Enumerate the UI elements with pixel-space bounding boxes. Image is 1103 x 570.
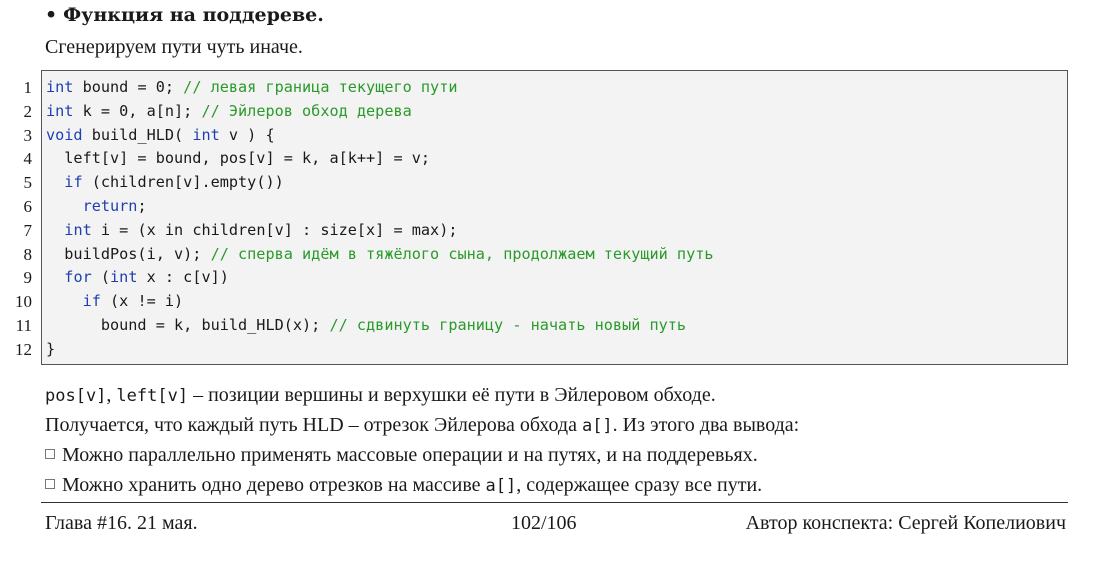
square-bullet-icon (45, 479, 55, 490)
code-line: int i = (x in children[v] : size[x] = ma… (46, 219, 714, 243)
code-left: left[v] (116, 386, 189, 406)
line-number: 3 (23, 125, 33, 145)
bullet-item-1: Можно параллельно применять массовые опе… (45, 444, 758, 467)
intro-text: Сгенерируем пути чуть иначе. (45, 36, 303, 58)
footer-page-number: 102/106 (511, 512, 577, 534)
code-line: left[v] = bound, pos[v] = k, a[k++] = v; (46, 147, 714, 171)
code-line: buildPos(i, v); // сперва идём в тяжёлог… (46, 243, 714, 267)
code-keyword: return (82, 196, 138, 215)
code-line: for (int x : c[v]) (46, 266, 714, 290)
code-keyword: void (46, 125, 83, 144)
para2-before: Получается, что каждый путь HLD – отрезо… (45, 414, 582, 436)
code-token: (children[v].empty()) (82, 173, 284, 192)
code-line: int k = 0, a[n]; // Эйлеров обход дерева (46, 100, 714, 124)
code-keyword: if (64, 173, 83, 192)
line-number: 2 (23, 101, 33, 121)
code-comment: // Эйлеров обход дерева (201, 101, 412, 120)
code-line: void build_HLD( int v ) { (46, 124, 714, 148)
footer-divider (41, 502, 1068, 503)
square-bullet-icon (45, 449, 55, 460)
line-number: 9 (23, 268, 33, 288)
code-keyword: for (64, 268, 92, 287)
code-token: v ) { (219, 125, 275, 144)
code-comment: // левая граница текущего пути (183, 78, 458, 96)
code-array: a[] (581, 416, 613, 436)
bullet2-code: a[] (485, 476, 517, 496)
para1-rest: – позиции вершины и верхушки её пути в Э… (188, 384, 716, 406)
paragraph-hld: Получается, что каждый путь HLD – отрезо… (45, 414, 799, 437)
code-keyword: int (192, 125, 220, 144)
code-token: (x != i) (100, 292, 184, 311)
bullet2-after: , содержащее сразу все пути. (516, 474, 763, 496)
code-line: if (children[v].empty()) (46, 171, 714, 195)
code-token: ; (137, 196, 147, 215)
code-line: return; (46, 195, 714, 219)
code-lines: int bound = 0; // левая граница текущего… (46, 76, 714, 362)
code-comment: // сдвинуть границу - начать новый путь (329, 315, 687, 334)
heading-bullet: • (45, 4, 58, 26)
para2-after: . Из этого два вывода: (612, 414, 800, 436)
footer-chapter: Глава #16. 21 мая. (45, 512, 198, 534)
code-token: bound = k, build_HLD(x); (46, 315, 330, 334)
heading-text: Функция на поддереве. (63, 4, 324, 26)
bullet1-text: Можно параллельно применять массовые опе… (62, 444, 758, 466)
footer-author: Автор конспекта: Сергей Копелиович (745, 512, 1066, 534)
code-comment: // сперва идём в тяжёлого сына, продолжа… (210, 244, 714, 263)
line-number: 12 (15, 339, 32, 359)
para1-sep: , (106, 384, 117, 406)
code-line: bound = k, build_HLD(x); // сдвинуть гра… (46, 314, 714, 338)
code-pos: pos[v] (45, 386, 107, 406)
code-token: i = (x in children[v] : size[x] = max); (91, 220, 458, 239)
code-token: left[v] = bound, pos[v] = k, a[k++] = v; (46, 149, 431, 168)
code-line: if (x != i) (46, 290, 714, 314)
code-token: build_HLD( (82, 125, 193, 144)
line-number: 8 (23, 244, 33, 264)
code-keyword: int (46, 101, 74, 120)
code-keyword: int (64, 220, 92, 239)
code-token: } (46, 339, 56, 358)
code-keyword: if (82, 292, 101, 311)
line-number: 7 (23, 220, 33, 240)
code-token: x : c[v]) (137, 268, 229, 287)
code-line: int bound = 0; // левая граница текущего… (46, 76, 714, 100)
paragraph-positions: pos[v], left[v] – позиции вершины и верх… (45, 384, 716, 407)
code-token: bound = 0; (73, 78, 184, 96)
section-heading: • Функция на поддереве. (45, 4, 324, 26)
code-line: } (46, 338, 714, 362)
bullet-item-2: Можно хранить одно дерево отрезков на ма… (45, 474, 762, 497)
code-token: buildPos(i, v); (46, 244, 211, 263)
line-number: 10 (15, 292, 32, 312)
line-number: 6 (23, 196, 33, 216)
line-number: 4 (23, 149, 33, 169)
bullet2-before: Можно хранить одно дерево отрезков на ма… (62, 474, 486, 496)
code-token: k = 0, a[n]; (73, 101, 202, 120)
line-numbers: 1 2 3 4 5 6 7 8 9 10 11 12 (0, 76, 32, 362)
line-number: 5 (23, 173, 33, 193)
line-number: 11 (15, 315, 32, 335)
code-keyword: int (110, 268, 138, 287)
code-token: ( (91, 268, 111, 287)
code-keyword: int (46, 78, 74, 96)
line-number: 1 (23, 78, 33, 97)
